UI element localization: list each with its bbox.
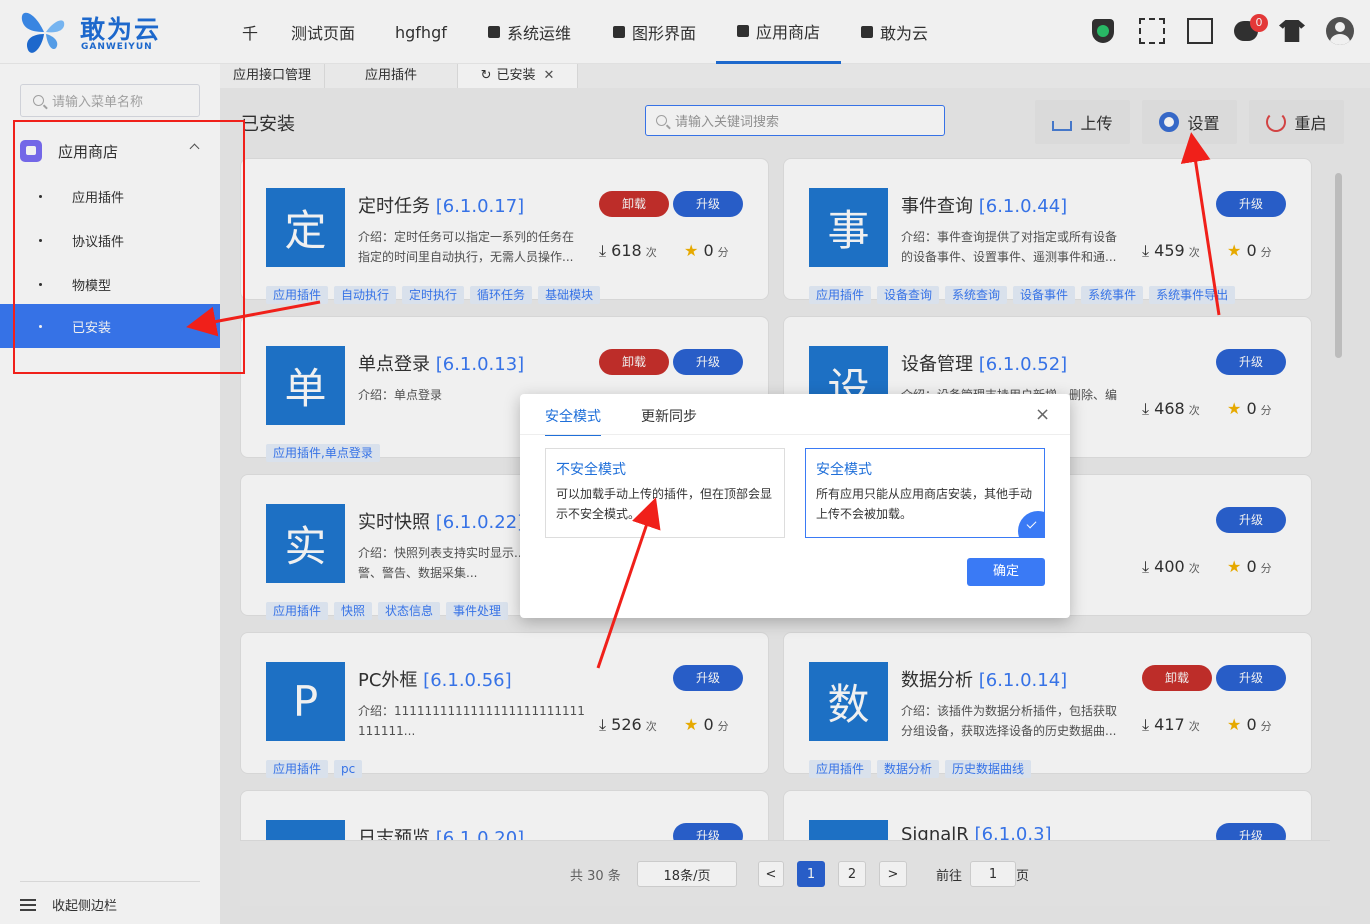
annotation-arrows [186,132,1221,669]
arrow-to-settings [1180,132,1221,316]
arrow-to-installed [186,300,321,337]
arrow-to-unsafe-mode [596,497,661,669]
